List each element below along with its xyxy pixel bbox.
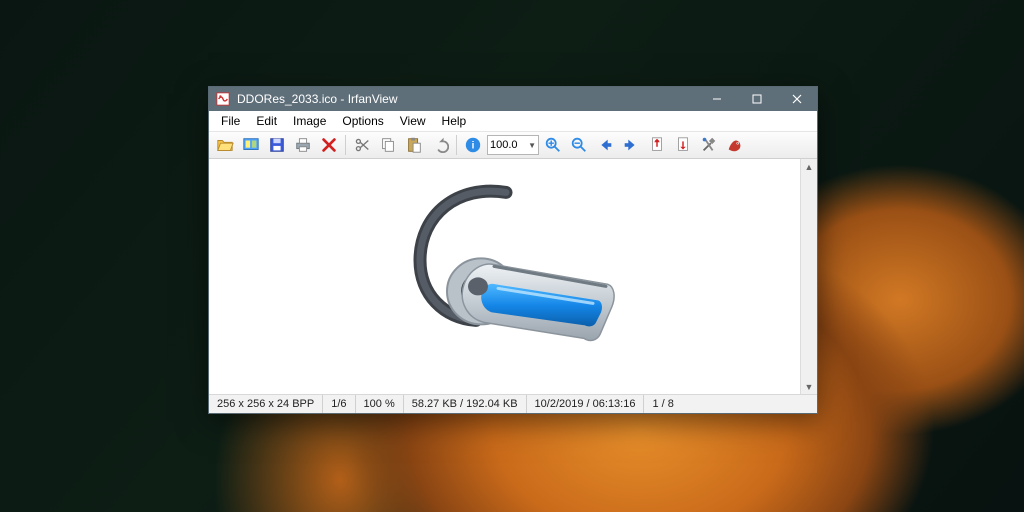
titlebar[interactable]: DDORes_2033.ico - IrfanView bbox=[209, 87, 817, 111]
minimize-button[interactable] bbox=[697, 87, 737, 111]
scissors-icon bbox=[353, 136, 371, 154]
svg-text:i: i bbox=[472, 141, 475, 152]
paste-button[interactable] bbox=[402, 133, 426, 157]
status-dimensions: 256 x 256 x 24 BPP bbox=[209, 395, 323, 413]
save-icon bbox=[268, 136, 286, 154]
scroll-down-button[interactable]: ▼ bbox=[801, 379, 817, 395]
statusbar: 256 x 256 x 24 BPP 1/6 100 % 58.27 KB / … bbox=[209, 394, 817, 413]
prev-page-button[interactable] bbox=[645, 133, 669, 157]
print-icon bbox=[294, 136, 312, 154]
toolbar-separator bbox=[456, 135, 457, 155]
page-next-icon bbox=[674, 136, 692, 154]
next-image-button[interactable] bbox=[619, 133, 643, 157]
slideshow-icon bbox=[242, 136, 260, 154]
settings-button[interactable] bbox=[697, 133, 721, 157]
print-button[interactable] bbox=[291, 133, 315, 157]
zoom-out-button[interactable] bbox=[567, 133, 591, 157]
status-zoom: 100 % bbox=[356, 395, 404, 413]
menubar: File Edit Image Options View Help bbox=[209, 111, 817, 132]
status-index: 1/6 bbox=[323, 395, 355, 413]
arrow-left-icon bbox=[596, 136, 614, 154]
menu-view[interactable]: View bbox=[392, 112, 434, 130]
prev-image-button[interactable] bbox=[593, 133, 617, 157]
delete-button[interactable] bbox=[317, 133, 341, 157]
displayed-image-headset-icon bbox=[398, 174, 628, 364]
close-button[interactable] bbox=[777, 87, 817, 111]
irfanview-logo-icon bbox=[726, 136, 744, 154]
save-button[interactable] bbox=[265, 133, 289, 157]
app-window: DDORes_2033.ico - IrfanView File Edit Im… bbox=[208, 86, 818, 414]
menu-edit[interactable]: Edit bbox=[248, 112, 285, 130]
status-datetime: 10/2/2019 / 06:13:16 bbox=[527, 395, 645, 413]
app-icon bbox=[215, 91, 231, 107]
scroll-up-button[interactable]: ▲ bbox=[801, 159, 817, 175]
info-icon: i bbox=[464, 136, 482, 154]
toolbar: i 100.0 ▼ bbox=[209, 132, 817, 159]
cut-button[interactable] bbox=[350, 133, 374, 157]
open-folder-icon bbox=[216, 136, 234, 154]
maximize-button[interactable] bbox=[737, 87, 777, 111]
delete-x-icon bbox=[320, 136, 338, 154]
zoom-in-icon bbox=[544, 136, 562, 154]
zoom-in-button[interactable] bbox=[541, 133, 565, 157]
zoom-out-icon bbox=[570, 136, 588, 154]
copy-icon bbox=[379, 136, 397, 154]
undo-button[interactable] bbox=[428, 133, 452, 157]
zoom-combobox[interactable]: 100.0 ▼ bbox=[487, 135, 539, 155]
page-prev-icon bbox=[648, 136, 666, 154]
undo-icon bbox=[431, 136, 449, 154]
next-page-button[interactable] bbox=[671, 133, 695, 157]
menu-file[interactable]: File bbox=[213, 112, 248, 130]
zoom-value: 100.0 bbox=[490, 139, 518, 151]
image-canvas[interactable] bbox=[209, 159, 817, 395]
info-button[interactable]: i bbox=[461, 133, 485, 157]
copy-button[interactable] bbox=[376, 133, 400, 157]
window-title: DDORes_2033.ico - IrfanView bbox=[237, 92, 697, 106]
about-button[interactable] bbox=[723, 133, 747, 157]
chevron-down-icon: ▼ bbox=[528, 141, 536, 150]
menu-help[interactable]: Help bbox=[434, 112, 475, 130]
arrow-right-icon bbox=[622, 136, 640, 154]
toolbar-separator bbox=[345, 135, 346, 155]
menu-image[interactable]: Image bbox=[285, 112, 334, 130]
open-button[interactable] bbox=[213, 133, 237, 157]
status-page: 1 / 8 bbox=[644, 395, 681, 413]
settings-tools-icon bbox=[700, 136, 718, 154]
slideshow-button[interactable] bbox=[239, 133, 263, 157]
status-filesize: 58.27 KB / 192.04 KB bbox=[404, 395, 527, 413]
menu-options[interactable]: Options bbox=[334, 112, 391, 130]
clipboard-paste-icon bbox=[405, 136, 423, 154]
vertical-scrollbar[interactable]: ▲ ▼ bbox=[800, 159, 817, 395]
